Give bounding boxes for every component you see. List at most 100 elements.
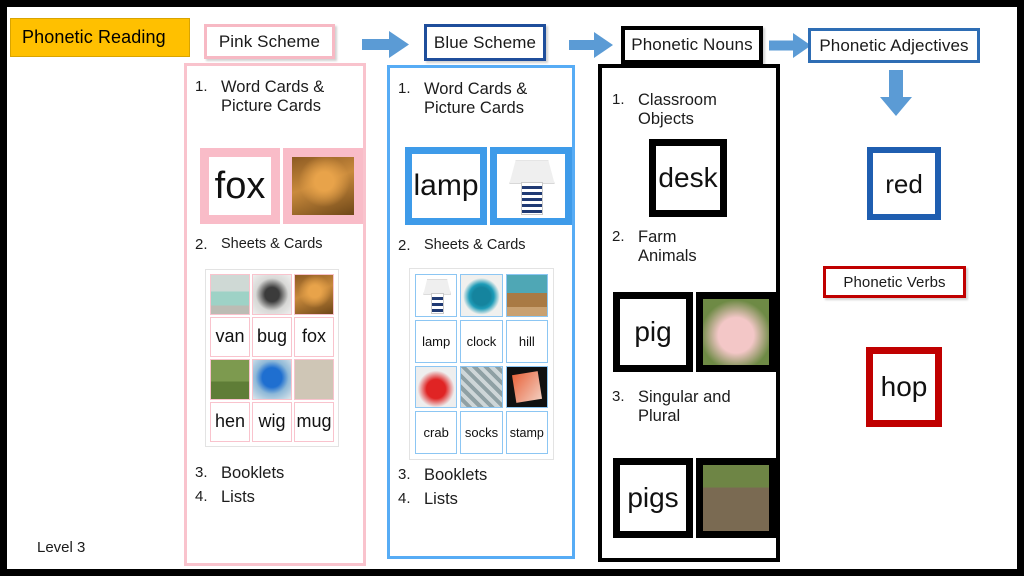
slide-canvas: Phonetic Reading Pink Scheme Blue Scheme… xyxy=(0,0,1024,576)
list-item: 2. Farm Animals xyxy=(612,228,780,267)
sheet-cell-word[interactable]: stamp xyxy=(505,411,548,454)
sheet-cell-image[interactable] xyxy=(460,274,503,317)
sheet-cell-word[interactable]: hen xyxy=(210,401,250,442)
arrow-right-icon-blue-to-nouns xyxy=(569,32,613,58)
hill-photo xyxy=(506,275,547,316)
picture-card-lamp[interactable] xyxy=(490,147,572,225)
arrow-right-icon-nouns-to-adjectives xyxy=(769,33,811,58)
sheet-cell-word[interactable]: bug xyxy=(252,316,292,357)
header-phonetic-nouns[interactable]: Phonetic Nouns xyxy=(621,26,763,64)
list-item-number: 3. xyxy=(398,466,411,483)
list-item: 1. Classroom Objects xyxy=(612,91,780,130)
word-card-red[interactable]: red xyxy=(867,147,941,220)
sheet-cell-image[interactable] xyxy=(415,365,458,409)
word-card-pig[interactable]: pig xyxy=(613,292,693,372)
arrow-down-icon-adjectives xyxy=(880,70,912,116)
header-blue-scheme[interactable]: Blue Scheme xyxy=(424,24,546,61)
list-item-number: 1. xyxy=(195,78,208,95)
pink-sheet-grid[interactable]: van bug fox hen wig mug xyxy=(205,269,339,447)
list-item: 2. Sheets & Cards xyxy=(195,236,365,253)
header-phonetic-verbs[interactable]: Phonetic Verbs xyxy=(823,266,966,298)
list-item-label: Classroom Objects xyxy=(638,91,717,129)
blue-scheme-column: 1. Word Cards & Picture Cards lamp 2. Sh… xyxy=(387,65,575,559)
lamp-photo xyxy=(497,154,565,218)
list-item: 1. Word Cards & Picture Cards xyxy=(195,78,360,117)
fox-photo xyxy=(292,157,354,215)
list-item-label: Booklets xyxy=(221,464,285,482)
sheet-cell-word[interactable]: fox xyxy=(294,316,334,357)
list-item-number: 2. xyxy=(612,228,625,245)
sheet-cell-image[interactable] xyxy=(460,365,503,409)
bug-photo xyxy=(253,275,291,314)
sheet-cell-image[interactable] xyxy=(415,274,458,317)
clock-photo xyxy=(461,275,502,316)
list-item-label: Word Cards & Picture Cards xyxy=(424,80,528,118)
list-item: 4. Lists xyxy=(195,488,365,507)
sheet-cell-word[interactable]: clock xyxy=(460,319,503,363)
picture-card-pigs[interactable] xyxy=(696,458,776,538)
sheet-cell-word[interactable]: mug xyxy=(294,401,334,442)
list-item-number: 2. xyxy=(398,237,411,254)
word-card-pigs[interactable]: pigs xyxy=(613,458,693,538)
header-pink-scheme[interactable]: Pink Scheme xyxy=(204,24,335,59)
word-card-desk[interactable]: desk xyxy=(649,139,727,217)
list-item-label: Lists xyxy=(424,490,458,508)
list-item: 3. Singular and Plural xyxy=(612,388,782,427)
list-item-number: 4. xyxy=(398,490,411,507)
list-item: 4. Lists xyxy=(398,490,573,509)
sheet-cell-image[interactable] xyxy=(294,274,334,315)
list-item-label: Sheets & Cards xyxy=(221,236,323,252)
level-label: Level 3 xyxy=(37,539,86,556)
list-item-label: Farm Animals xyxy=(638,228,697,266)
blue-sheet-grid[interactable]: lamp clock hill crab socks stamp xyxy=(409,268,554,460)
title-badge: Phonetic Reading xyxy=(10,18,190,57)
sheet-cell-image[interactable] xyxy=(252,274,292,315)
list-item-label: Booklets xyxy=(424,466,488,484)
list-item: 3. Booklets xyxy=(398,466,573,485)
sheet-cell-image[interactable] xyxy=(505,365,548,409)
crab-photo xyxy=(416,366,457,408)
wig-photo xyxy=(253,360,291,399)
word-card-hop[interactable]: hop xyxy=(866,347,942,427)
sheet-cell-word[interactable]: wig xyxy=(252,401,292,442)
lamp-base xyxy=(521,182,543,215)
sheet-cell-image[interactable] xyxy=(294,359,334,400)
header-phonetic-adjectives[interactable]: Phonetic Adjectives xyxy=(808,28,980,63)
van-photo xyxy=(211,275,249,314)
list-item-label: Singular and Plural xyxy=(638,388,731,426)
lamp-photo xyxy=(416,275,457,316)
phonetic-nouns-column: 1. Classroom Objects desk 2. Farm Animal… xyxy=(598,64,780,562)
list-item-number: 3. xyxy=(612,388,625,405)
hen-photo xyxy=(211,360,249,399)
arrow-right-icon-pink-to-blue xyxy=(362,31,409,58)
sheet-cell-image[interactable] xyxy=(210,274,250,315)
list-item: 1. Word Cards & Picture Cards xyxy=(398,80,570,119)
sheet-cell-image[interactable] xyxy=(505,274,548,317)
lamp-shade xyxy=(509,160,555,185)
picture-card-pig[interactable] xyxy=(696,292,776,372)
list-item-number: 3. xyxy=(195,464,208,481)
list-item-number: 1. xyxy=(398,80,411,97)
sheet-cell-word[interactable]: van xyxy=(210,316,250,357)
sheet-cell-word[interactable]: socks xyxy=(460,411,503,454)
pink-scheme-column: 1. Word Cards & Picture Cards fox 2. She… xyxy=(184,63,366,566)
sheet-cell-image[interactable] xyxy=(210,359,250,400)
list-item-label: Word Cards & Picture Cards xyxy=(221,78,325,116)
stamp-photo xyxy=(506,366,547,408)
list-item-number: 2. xyxy=(195,236,208,253)
socks-photo xyxy=(461,366,502,408)
pigs-photo xyxy=(703,465,769,531)
sheet-cell-image[interactable] xyxy=(252,359,292,400)
word-card-fox[interactable]: fox xyxy=(200,148,280,224)
list-item: 3. Booklets xyxy=(195,464,365,483)
word-card-lamp[interactable]: lamp xyxy=(405,147,487,225)
sheet-cell-word[interactable]: lamp xyxy=(415,319,458,363)
pig-photo xyxy=(703,299,769,365)
list-item: 2. Sheets & Cards xyxy=(398,237,573,254)
picture-card-fox[interactable] xyxy=(283,148,363,224)
sheet-cell-word[interactable]: hill xyxy=(505,319,548,363)
sheet-cell-word[interactable]: crab xyxy=(415,411,458,454)
list-item-label: Sheets & Cards xyxy=(424,237,526,253)
list-item-number: 1. xyxy=(612,91,625,108)
fox-photo xyxy=(295,275,333,314)
